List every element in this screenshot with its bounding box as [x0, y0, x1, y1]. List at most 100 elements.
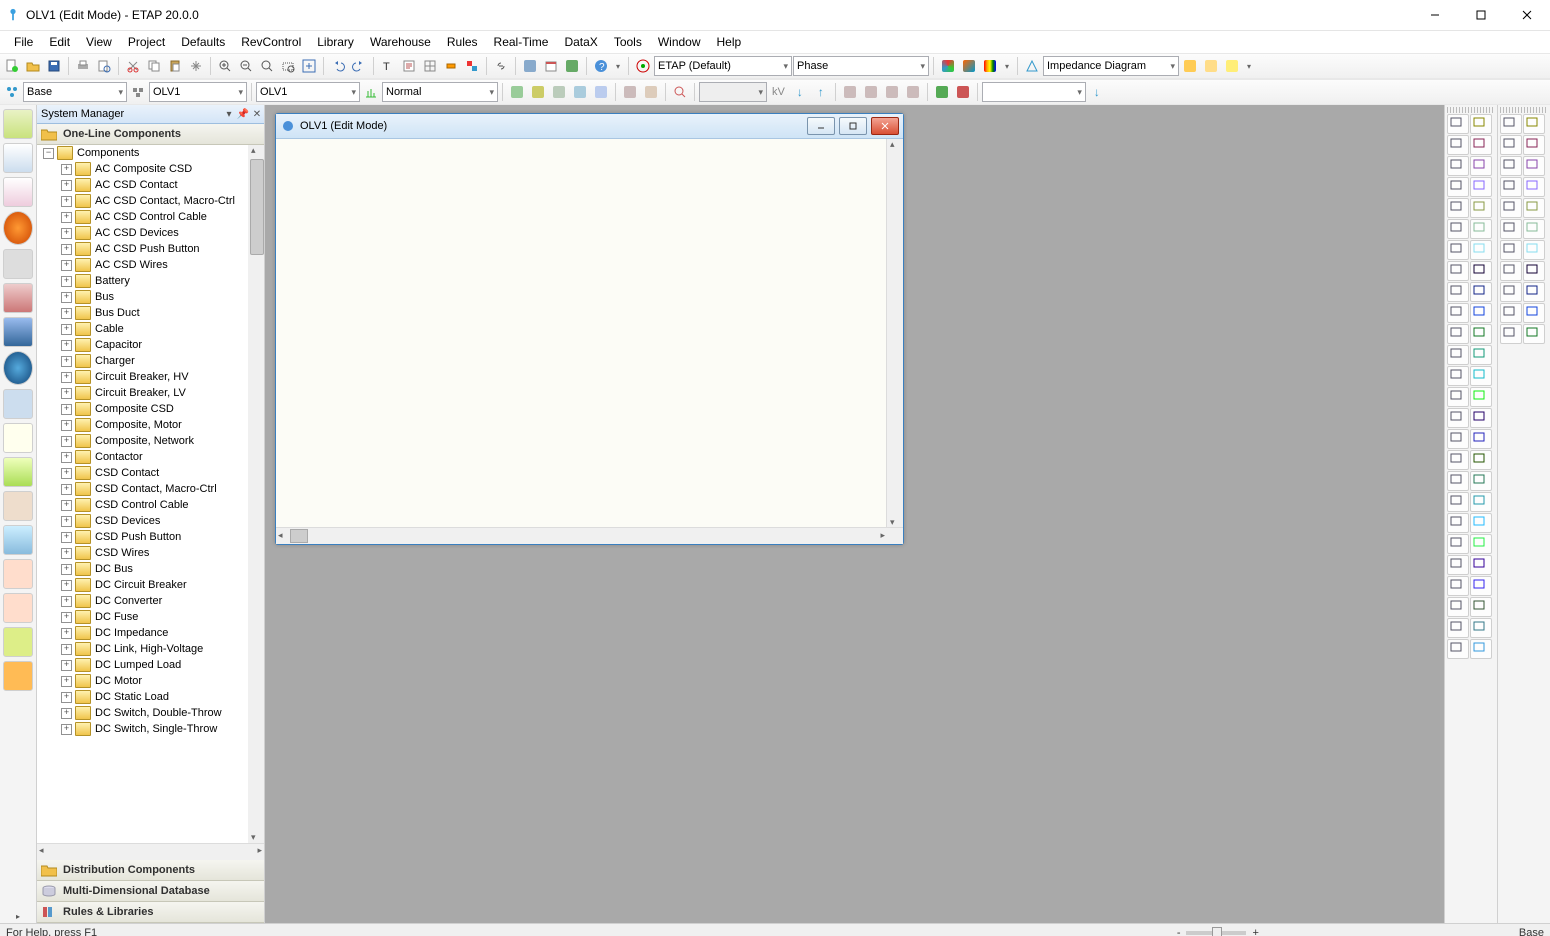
study-icon[interactable]: [361, 82, 381, 102]
grid-button[interactable]: [420, 56, 440, 76]
tool-5[interactable]: [591, 82, 611, 102]
menu-warehouse[interactable]: Warehouse: [362, 33, 439, 51]
element-tool-button[interactable]: [1447, 345, 1469, 365]
tree-item[interactable]: +Battery: [37, 273, 264, 289]
toolbox-grip[interactable]: [1447, 107, 1495, 113]
panel-pin-button[interactable]: 📌: [236, 107, 250, 121]
tree-root-label[interactable]: Components: [77, 147, 139, 159]
align-3[interactable]: [882, 82, 902, 102]
tree-expand-icon[interactable]: +: [61, 500, 72, 511]
tree-item[interactable]: +Cable: [37, 321, 264, 337]
menu-datax[interactable]: DataX: [556, 33, 605, 51]
olv-combo-2[interactable]: OLV1: [256, 82, 360, 102]
zoom-slider[interactable]: [1186, 931, 1246, 935]
element-tool-button[interactable]: [1447, 282, 1469, 302]
tree-expand-icon[interactable]: +: [61, 548, 72, 559]
tree-item[interactable]: +Circuit Breaker, HV: [37, 369, 264, 385]
tree-expand-icon[interactable]: +: [61, 612, 72, 623]
mode-trash-button[interactable]: [3, 525, 33, 555]
tree-expand-icon[interactable]: +: [61, 164, 72, 175]
tree-expand-icon[interactable]: +: [61, 516, 72, 527]
tree-expand-icon[interactable]: +: [61, 532, 72, 543]
mode-dc-button[interactable]: [3, 423, 33, 453]
tree-scrollbar[interactable]: [248, 145, 264, 843]
element-tool-button[interactable]: [1470, 156, 1492, 176]
tool-1[interactable]: [507, 82, 527, 102]
tree-expand-icon[interactable]: +: [61, 212, 72, 223]
element-tool-button[interactable]: [1500, 324, 1522, 344]
menu-edit[interactable]: Edit: [41, 33, 78, 51]
diagram-type-combo[interactable]: Impedance Diagram: [1043, 56, 1179, 76]
olv1-maximize-button[interactable]: [839, 117, 867, 135]
one-line-components-header[interactable]: One-Line Components: [37, 124, 264, 145]
copy-button[interactable]: [144, 56, 164, 76]
open-button[interactable]: [23, 56, 43, 76]
tree-expand-icon[interactable]: +: [61, 404, 72, 415]
tree-item[interactable]: +DC Fuse: [37, 609, 264, 625]
element-tool-button[interactable]: [1500, 303, 1522, 323]
power-calc-button[interactable]: [520, 56, 540, 76]
mode-orange-button[interactable]: [3, 661, 33, 691]
tree-item[interactable]: +Bus Duct: [37, 305, 264, 321]
menu-view[interactable]: View: [78, 33, 120, 51]
element-tool-button[interactable]: [1447, 597, 1469, 617]
paste-button[interactable]: [165, 56, 185, 76]
element-tool-button[interactable]: [1447, 576, 1469, 596]
cut-button[interactable]: [123, 56, 143, 76]
element-tool-button[interactable]: [1523, 240, 1545, 260]
distribution-components-header[interactable]: Distribution Components: [37, 860, 264, 881]
element-tool-button[interactable]: [1470, 492, 1492, 512]
menu-tools[interactable]: Tools: [606, 33, 650, 51]
tree-item[interactable]: +AC CSD Control Cable: [37, 209, 264, 225]
tool-6[interactable]: [620, 82, 640, 102]
zoom-in-button[interactable]: [215, 56, 235, 76]
mode-arcflash-button[interactable]: [3, 211, 33, 245]
tree-expand-icon[interactable]: +: [61, 596, 72, 607]
tree-expand-icon[interactable]: +: [61, 180, 72, 191]
find-button[interactable]: [670, 82, 690, 102]
element-tool-button[interactable]: [1500, 114, 1522, 134]
tree-expand-icon[interactable]: +: [61, 644, 72, 655]
kv-value-field[interactable]: [699, 82, 767, 102]
menu-file[interactable]: File: [6, 33, 41, 51]
tree-expand-icon[interactable]: +: [61, 452, 72, 463]
olv-combo-1[interactable]: OLV1: [149, 82, 247, 102]
element-tool-button[interactable]: [1447, 114, 1469, 134]
track-2[interactable]: [953, 82, 973, 102]
tree-item[interactable]: +CSD Devices: [37, 513, 264, 529]
mode-network-button[interactable]: [3, 559, 33, 589]
mode-network-3-button[interactable]: [3, 627, 33, 657]
element-tool-button[interactable]: [1447, 324, 1469, 344]
element-tool-button[interactable]: [1470, 198, 1492, 218]
zoom-fit-button[interactable]: [257, 56, 277, 76]
element-tool-button[interactable]: [1447, 471, 1469, 491]
tree-item[interactable]: +DC Impedance: [37, 625, 264, 641]
element-tool-button[interactable]: [1470, 303, 1492, 323]
menu-project[interactable]: Project: [120, 33, 173, 51]
study-mode-combo[interactable]: Normal: [382, 82, 498, 102]
tree-item[interactable]: +CSD Wires: [37, 545, 264, 561]
tree-item[interactable]: +Composite, Motor: [37, 417, 264, 433]
tree-expand-icon[interactable]: +: [61, 660, 72, 671]
element-tool-button[interactable]: [1523, 303, 1545, 323]
olv1-scrollbar-h[interactable]: ◂▸: [276, 527, 903, 544]
themes-2-button[interactable]: [959, 56, 979, 76]
element-tool-button[interactable]: [1447, 219, 1469, 239]
schedule-button[interactable]: [541, 56, 561, 76]
element-tool-button[interactable]: [1447, 303, 1469, 323]
element-tool-button[interactable]: [1523, 261, 1545, 281]
menu-revcontrol[interactable]: RevControl: [233, 33, 309, 51]
tree-expand-icon[interactable]: +: [61, 484, 72, 495]
element-tool-button[interactable]: [1447, 492, 1469, 512]
zoom-out-button[interactable]: [236, 56, 256, 76]
help-button[interactable]: ?: [591, 56, 611, 76]
tool-4[interactable]: [570, 82, 590, 102]
mode-more-button[interactable]: ▸: [11, 909, 25, 923]
menu-defaults[interactable]: Defaults: [173, 33, 233, 51]
align-2[interactable]: [861, 82, 881, 102]
arrow-down-button[interactable]: ↓: [790, 82, 810, 102]
tree-h-scrollbar[interactable]: [37, 843, 264, 860]
element-tool-button[interactable]: [1470, 114, 1492, 134]
element-tool-button[interactable]: [1500, 156, 1522, 176]
mode-harmonic-button[interactable]: [3, 283, 33, 313]
